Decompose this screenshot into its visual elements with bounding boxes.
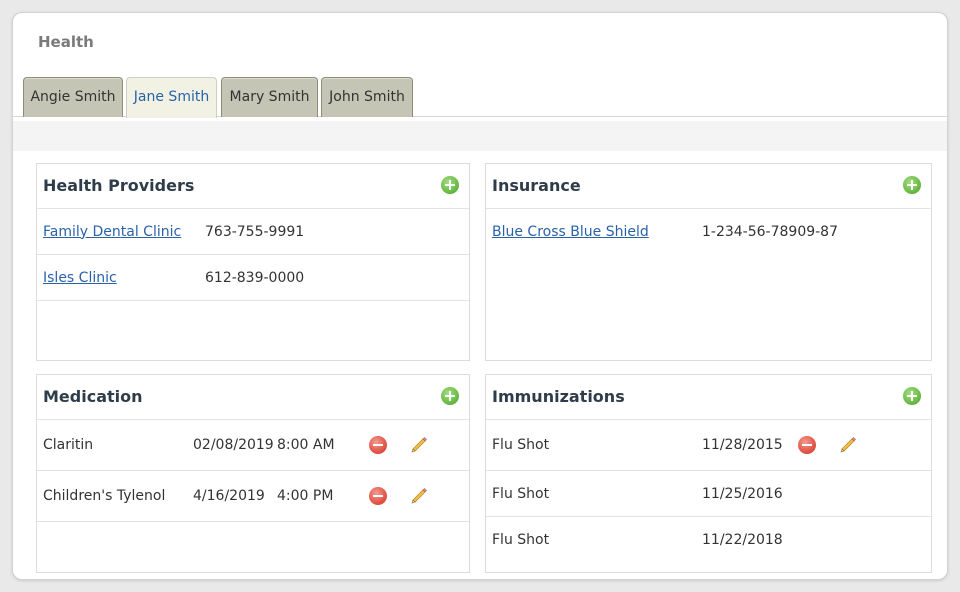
health-providers-panel: Health Providers Family Dental Clinic 76… [36, 163, 470, 361]
panel-title: Health Providers [43, 176, 195, 195]
immunization-name: Flu Shot [492, 485, 550, 502]
medication-date: 02/08/2019 [193, 437, 274, 453]
table-row: Flu Shot 11/22/2018 [486, 517, 931, 562]
table-row: Blue Cross Blue Shield 1-234-56-78909-87 [486, 209, 931, 255]
table-row: Isles Clinic 612-839-0000 [37, 255, 469, 301]
panel-title: Medication [43, 387, 143, 406]
edit-pencil-icon[interactable] [409, 486, 429, 506]
medication-name: Children's Tylenol [43, 488, 166, 504]
remove-minus-circle-icon[interactable] [369, 487, 387, 505]
health-card: Health Angie Smith Jane Smith Mary Smith… [12, 12, 948, 580]
medication-name: Claritin [43, 437, 94, 453]
immunization-name: Flu Shot [492, 437, 550, 453]
medication-panel: Medication Claritin 02/08/2019 8:00 AM C… [36, 374, 470, 573]
edit-pencil-icon[interactable] [838, 435, 858, 455]
immunization-name: Flu Shot [492, 531, 550, 548]
panel-title: Insurance [492, 176, 581, 195]
insurance-number: 1-234-56-78909-87 [702, 224, 839, 240]
add-immunization-plus-circle-icon[interactable] [903, 387, 921, 405]
add-medication-plus-circle-icon[interactable] [441, 387, 459, 405]
tab-content-divider [13, 121, 947, 151]
provider-link[interactable]: Isles Clinic [43, 270, 117, 286]
panel-header: Immunizations [486, 375, 931, 420]
insurance-link[interactable]: Blue Cross Blue Shield [492, 224, 649, 240]
medication-time: 8:00 AM [277, 437, 335, 453]
remove-minus-circle-icon[interactable] [798, 436, 816, 454]
immunization-date: 11/22/2018 [702, 531, 783, 548]
table-row: Flu Shot 11/25/2016 [486, 471, 931, 517]
panel-header: Health Providers [37, 164, 469, 209]
add-provider-plus-circle-icon[interactable] [441, 176, 459, 194]
provider-phone: 612-839-0000 [205, 269, 305, 286]
immunizations-panel: Immunizations Flu Shot 11/28/2015 Flu Sh… [485, 374, 932, 573]
insurance-panel: Insurance Blue Cross Blue Shield 1-234-5… [485, 163, 932, 361]
add-insurance-plus-circle-icon[interactable] [903, 176, 921, 194]
table-row: Family Dental Clinic 763-755-9991 [37, 209, 469, 255]
table-row: Children's Tylenol 4/16/2019 4:00 PM [37, 471, 469, 522]
page-title: Health [38, 33, 94, 51]
provider-link[interactable]: Family Dental Clinic [43, 224, 181, 240]
provider-phone: 763-755-9991 [205, 223, 305, 240]
medication-time: 4:00 PM [277, 488, 334, 504]
immunization-date: 11/25/2016 [702, 485, 783, 502]
edit-pencil-icon[interactable] [409, 435, 429, 455]
table-row: Flu Shot 11/28/2015 [486, 420, 931, 471]
tab-angie-smith[interactable]: Angie Smith [23, 77, 123, 117]
table-row: Claritin 02/08/2019 8:00 AM [37, 420, 469, 471]
tab-mary-smith[interactable]: Mary Smith [221, 77, 318, 117]
tab-jane-smith[interactable]: Jane Smith [126, 77, 217, 118]
tab-john-smith[interactable]: John Smith [321, 77, 413, 117]
panel-title: Immunizations [492, 387, 625, 406]
panel-header: Insurance [486, 164, 931, 209]
panel-header: Medication [37, 375, 469, 420]
immunization-date: 11/28/2015 [702, 437, 783, 453]
person-tabs: Angie Smith Jane Smith Mary Smith John S… [13, 77, 947, 118]
medication-date: 4/16/2019 [193, 488, 265, 504]
remove-minus-circle-icon[interactable] [369, 436, 387, 454]
